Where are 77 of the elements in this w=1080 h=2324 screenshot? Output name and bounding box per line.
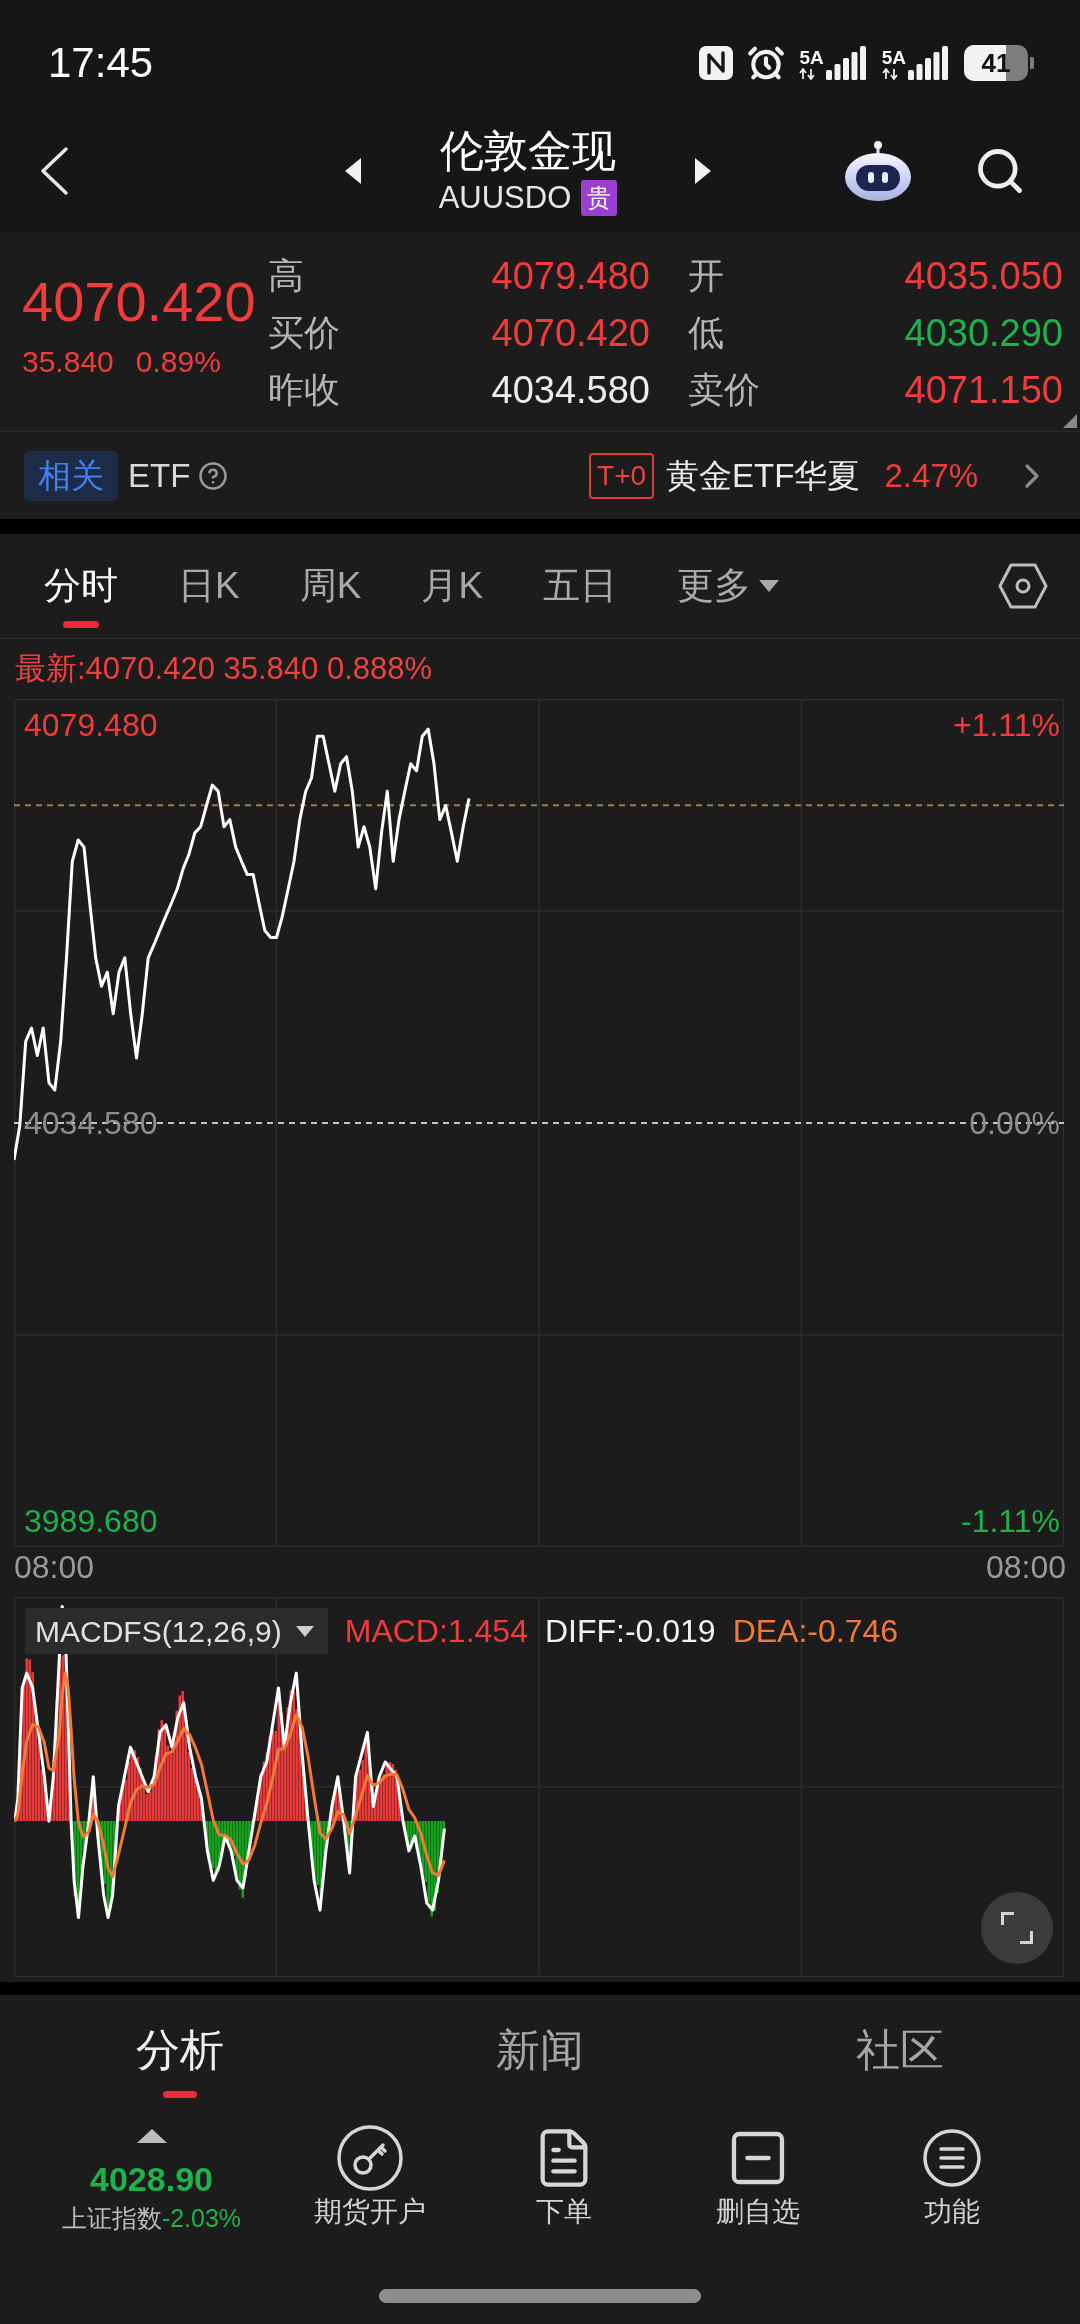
- selected-underline: [63, 621, 99, 628]
- signal-icon: [825, 46, 868, 80]
- data-arrows-icon: [881, 68, 898, 80]
- chart-tab[interactable]: 周K: [299, 534, 362, 638]
- stat-value: 4034.580: [491, 367, 650, 412]
- chart-tab[interactable]: 五日: [543, 534, 618, 638]
- index-change: -2.03%: [161, 2203, 242, 2234]
- instrument-title: 伦敦金现: [440, 125, 616, 177]
- percent-axis-label: 0.00%: [969, 1104, 1060, 1143]
- functions-button[interactable]: 功能: [855, 2101, 1049, 2251]
- back-icon[interactable]: [38, 146, 70, 196]
- caret-right-icon[interactable]: [695, 158, 712, 184]
- selected-underline: [163, 2091, 197, 2098]
- fund-change: 2.47%: [884, 455, 978, 496]
- percent-change: 0.89%: [135, 344, 221, 380]
- stat-label: 昨收: [268, 367, 340, 412]
- expand-icon: [1001, 1912, 1033, 1944]
- price-change: 35.840: [22, 344, 114, 380]
- stat-value: 4071.150: [904, 367, 1063, 412]
- key-circle-icon: [337, 2125, 403, 2191]
- caret-down-icon: [759, 580, 780, 592]
- indicator-value: DIFF:-0.019: [544, 1612, 716, 1651]
- t0-tag: T+0: [589, 452, 655, 499]
- instrument-code: AUUSDO: [438, 179, 572, 217]
- chart-tab[interactable]: 月K: [421, 534, 484, 638]
- data-arrows-icon: [799, 68, 816, 80]
- corner-triangle-icon: [1063, 414, 1077, 428]
- price-axis-label: 4079.480: [24, 705, 158, 745]
- stat-label: 买价: [268, 310, 340, 355]
- nfc-icon: [699, 46, 734, 80]
- network-type: 5A: [881, 48, 906, 68]
- network-type: 5A: [799, 48, 824, 68]
- bottom-tab[interactable]: 新闻: [360, 1995, 720, 2101]
- stat-label: 开: [688, 253, 724, 298]
- index-value: 4028.90: [90, 2159, 213, 2200]
- percent-axis-label: +1.11%: [952, 705, 1060, 745]
- chart-tab[interactable]: 更多: [677, 534, 780, 638]
- battery-percentage: 41: [981, 50, 1011, 76]
- indicator-selector[interactable]: MACDFS(12,26,9): [25, 1608, 328, 1654]
- index-name: 上证指数: [61, 2203, 162, 2234]
- settings-icon[interactable]: [998, 563, 1048, 609]
- stat-label: 高: [268, 253, 304, 298]
- indicator-value: MACD:1.454: [344, 1612, 528, 1651]
- chart-tab[interactable]: 日K: [178, 534, 240, 638]
- bottom-tab[interactable]: 分析: [0, 1995, 360, 2101]
- time-axis-label: 08:00: [14, 1548, 95, 1587]
- robot-icon[interactable]: [844, 140, 912, 202]
- bottom-tab[interactable]: 社区: [720, 1995, 1080, 2101]
- stat-value: 4070.420: [491, 310, 650, 355]
- related-tag: 相关: [24, 450, 118, 501]
- stat-label: 低: [688, 310, 724, 355]
- help-icon[interactable]: [198, 460, 229, 491]
- latest-quote: 最新:4070.420 35.840 0.888%: [15, 650, 433, 688]
- signal-icon: [908, 46, 950, 80]
- caret-up-icon[interactable]: [136, 2129, 167, 2143]
- time-axis-label: 08:00: [985, 1548, 1066, 1587]
- status-time: 17:45: [48, 42, 154, 84]
- price-axis-label: 4034.580: [24, 1104, 158, 1143]
- caret-down-icon: [295, 1625, 314, 1637]
- place-order-button[interactable]: 下单: [467, 2101, 661, 2251]
- etf-label: ETF: [128, 455, 191, 496]
- remove-watchlist-button[interactable]: 删自选: [661, 2101, 855, 2251]
- chart-tab[interactable]: 分时: [44, 534, 118, 638]
- menu-circle-icon: [922, 2128, 982, 2188]
- open-account-button[interactable]: 期货开户: [273, 2101, 467, 2251]
- precious-metal-tag: 贵: [581, 180, 618, 216]
- fund-name[interactable]: 黄金ETF华夏: [666, 453, 861, 498]
- stat-value: 4079.480: [491, 253, 650, 298]
- percent-axis-label: -1.11%: [961, 1502, 1060, 1541]
- indicator-value: DEA:-0.746: [732, 1612, 899, 1651]
- stat-value: 4030.290: [904, 310, 1063, 355]
- stat-value: 4035.050: [904, 253, 1063, 298]
- price-axis-label: 3989.680: [24, 1502, 158, 1541]
- alarm-icon: [747, 44, 786, 82]
- stat-label: 卖价: [688, 367, 760, 412]
- last-price: 4070.420: [22, 270, 256, 334]
- caret-left-icon[interactable]: [344, 158, 361, 184]
